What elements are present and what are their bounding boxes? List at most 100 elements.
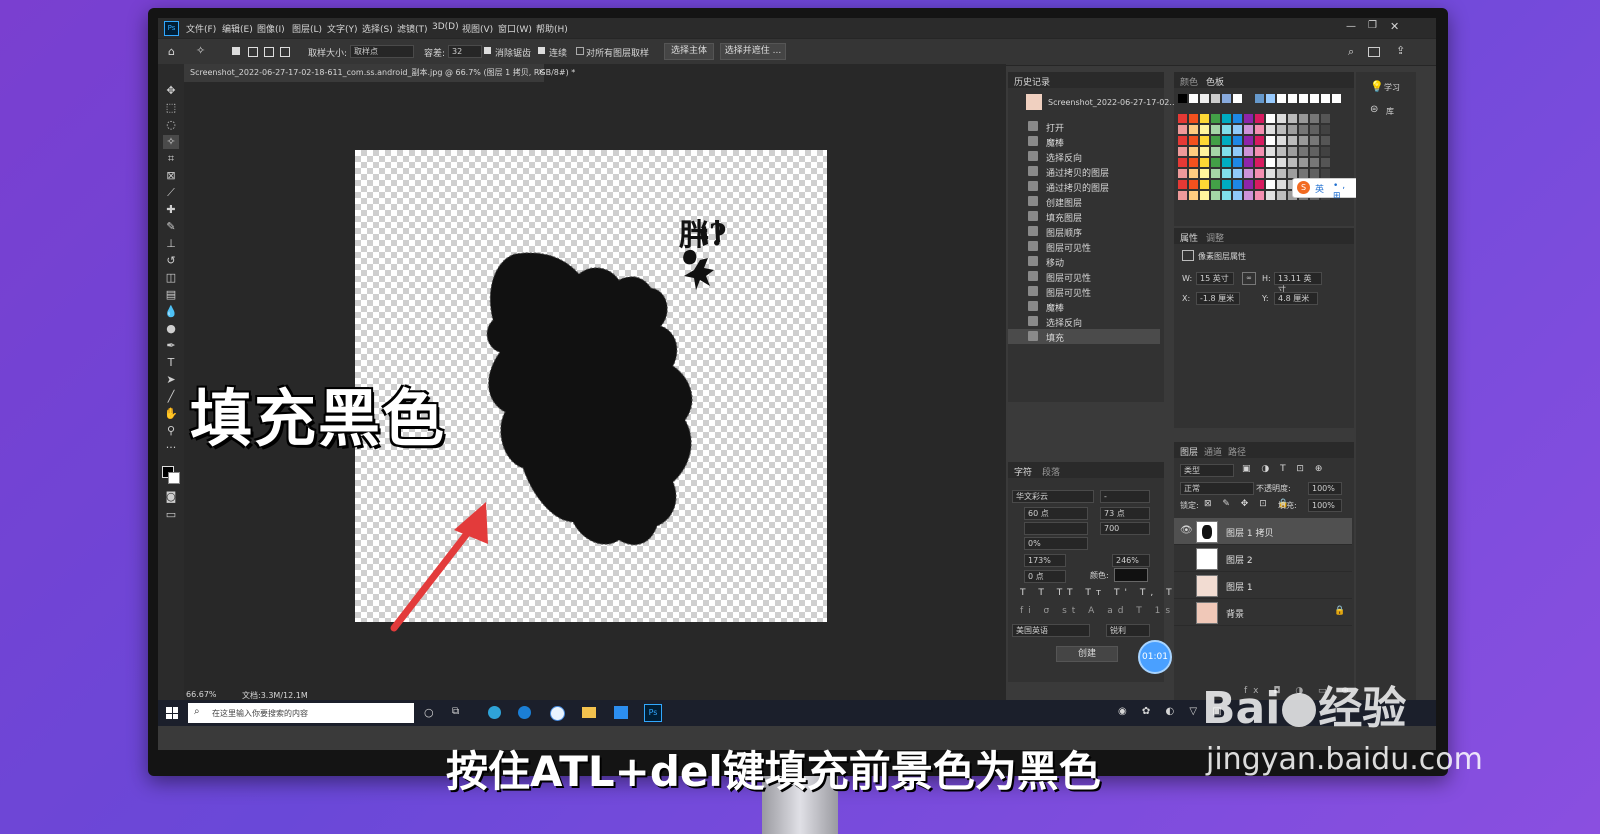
- zoom-level[interactable]: 66.67%: [186, 690, 217, 699]
- text-color-swatch[interactable]: [1114, 568, 1148, 582]
- layer-row[interactable]: 图层 1: [1174, 572, 1352, 599]
- gradient-tool-icon[interactable]: ▤: [163, 288, 179, 302]
- tab-color[interactable]: 颜色: [1180, 75, 1198, 88]
- filter-icons[interactable]: ▣ ◑ T ⊡ ⊕: [1242, 464, 1326, 474]
- tab-character[interactable]: 字符: [1014, 465, 1032, 478]
- tab-adjustments[interactable]: 调整: [1206, 231, 1224, 244]
- taskbar-search-box[interactable]: ⌕ 在这里输入你要搜索的内容: [188, 703, 414, 723]
- swatch[interactable]: [1277, 125, 1286, 134]
- swatch[interactable]: [1299, 136, 1308, 145]
- layer-row[interactable]: 图层 2: [1174, 545, 1352, 572]
- magic-wand-tool-icon[interactable]: ✧: [163, 135, 179, 149]
- swatch[interactable]: [1189, 114, 1198, 123]
- browser-icon[interactable]: [488, 706, 501, 719]
- swatch[interactable]: [1255, 191, 1264, 200]
- history-snapshot[interactable]: Screenshot_2022-06-27-17-02...: [1008, 92, 1177, 114]
- swatch[interactable]: [1222, 114, 1231, 123]
- vertical-scale-input[interactable]: 173%: [1024, 554, 1066, 567]
- brush-tool-icon[interactable]: ✎: [163, 220, 179, 234]
- blur-tool-icon[interactable]: 💧: [163, 305, 179, 319]
- select-subject-button[interactable]: 选择主体: [664, 43, 714, 60]
- swatch[interactable]: [1244, 180, 1253, 189]
- library-label[interactable]: 库: [1386, 106, 1394, 117]
- swatch[interactable]: [1310, 158, 1319, 167]
- swatch[interactable]: [1200, 125, 1209, 134]
- swatch[interactable]: [1255, 147, 1264, 156]
- swatch[interactable]: [1255, 94, 1264, 103]
- swatch[interactable]: [1244, 125, 1253, 134]
- intersect-selection-icon[interactable]: [280, 47, 290, 57]
- swatch[interactable]: [1244, 158, 1253, 167]
- swatch[interactable]: [1200, 114, 1209, 123]
- swatch[interactable]: [1244, 147, 1253, 156]
- search-icon[interactable]: ⌕: [1348, 45, 1354, 59]
- swatch[interactable]: [1244, 136, 1253, 145]
- edge-icon[interactable]: [518, 706, 531, 719]
- swatch[interactable]: [1277, 114, 1286, 123]
- menu-image[interactable]: 图像(I): [257, 22, 285, 35]
- swatch[interactable]: [1266, 125, 1275, 134]
- width-input[interactable]: 15 英寸: [1196, 272, 1234, 285]
- menu-type[interactable]: 文字(Y): [327, 22, 358, 35]
- healing-brush-icon[interactable]: ✚: [163, 203, 179, 217]
- tab-properties[interactable]: 属性: [1180, 231, 1198, 244]
- swatch[interactable]: [1255, 125, 1264, 134]
- swatch[interactable]: [1244, 191, 1253, 200]
- swatch[interactable]: [1189, 125, 1198, 134]
- task-view-icon[interactable]: ⧉: [452, 706, 459, 717]
- swatch[interactable]: [1178, 114, 1187, 123]
- swatch[interactable]: [1277, 147, 1286, 156]
- tab-paths[interactable]: 路径: [1228, 445, 1246, 458]
- swatch[interactable]: [1321, 114, 1330, 123]
- history-item[interactable]: 选择反向: [1008, 314, 1160, 329]
- swatch[interactable]: [1222, 191, 1231, 200]
- menu-filter[interactable]: 滤镜(T): [397, 22, 428, 35]
- swatch[interactable]: [1321, 147, 1330, 156]
- swatch[interactable]: [1178, 169, 1187, 178]
- subtract-selection-icon[interactable]: [264, 47, 274, 57]
- visibility-eye-icon[interactable]: 👁: [1180, 525, 1193, 536]
- swatch[interactable]: [1299, 125, 1308, 134]
- ps-app-icon[interactable]: Ps: [164, 21, 179, 36]
- swatch[interactable]: [1266, 158, 1275, 167]
- history-item[interactable]: 打开: [1008, 119, 1160, 134]
- font-family-select[interactable]: 华文彩云: [1012, 490, 1094, 503]
- menu-edit[interactable]: 编辑(E): [222, 22, 253, 35]
- swatch[interactable]: [1332, 94, 1341, 103]
- contiguous-checkbox[interactable]: [538, 47, 545, 54]
- swatch[interactable]: [1211, 136, 1220, 145]
- swatch[interactable]: [1244, 114, 1253, 123]
- swatch[interactable]: [1288, 114, 1297, 123]
- swatch[interactable]: [1277, 191, 1286, 200]
- antialias-checkbox[interactable]: [484, 47, 491, 54]
- menu-select[interactable]: 选择(S): [362, 22, 393, 35]
- swatch[interactable]: [1189, 169, 1198, 178]
- path-select-icon[interactable]: ➤: [163, 373, 179, 387]
- tolerance-input[interactable]: 32: [448, 45, 482, 58]
- swatch[interactable]: [1266, 136, 1275, 145]
- swatch[interactable]: [1178, 94, 1187, 103]
- swatch[interactable]: [1266, 94, 1275, 103]
- marquee-tool-icon[interactable]: ⬚: [163, 101, 179, 115]
- library-icon[interactable]: ⊜: [1370, 104, 1378, 115]
- swatch[interactable]: [1200, 158, 1209, 167]
- line-tool-icon[interactable]: ╱: [163, 390, 179, 404]
- swatch[interactable]: [1255, 114, 1264, 123]
- swatch[interactable]: [1178, 191, 1187, 200]
- x-input[interactable]: -1.8 厘米: [1196, 292, 1240, 305]
- crop-tool-icon[interactable]: ⌗: [163, 152, 179, 166]
- workspace-icon[interactable]: [1368, 47, 1380, 57]
- swatch[interactable]: [1211, 125, 1220, 134]
- swatch[interactable]: [1299, 158, 1308, 167]
- text-style-buttons[interactable]: T T TT Tт T' T, T T: [1020, 588, 1195, 598]
- layer-row[interactable]: 👁 图层 1 拷贝: [1174, 518, 1352, 545]
- document-tab[interactable]: Screenshot_2022-06-27-17-02-18-611_com.s…: [184, 64, 575, 82]
- swatch[interactable]: [1299, 169, 1308, 178]
- swatch[interactable]: [1233, 158, 1242, 167]
- swatch[interactable]: [1299, 114, 1308, 123]
- video-app-icon[interactable]: [614, 706, 628, 719]
- y-input[interactable]: 4.8 厘米: [1274, 292, 1318, 305]
- swatch[interactable]: [1321, 94, 1330, 103]
- swatch[interactable]: [1310, 94, 1319, 103]
- swatch[interactable]: [1288, 94, 1297, 103]
